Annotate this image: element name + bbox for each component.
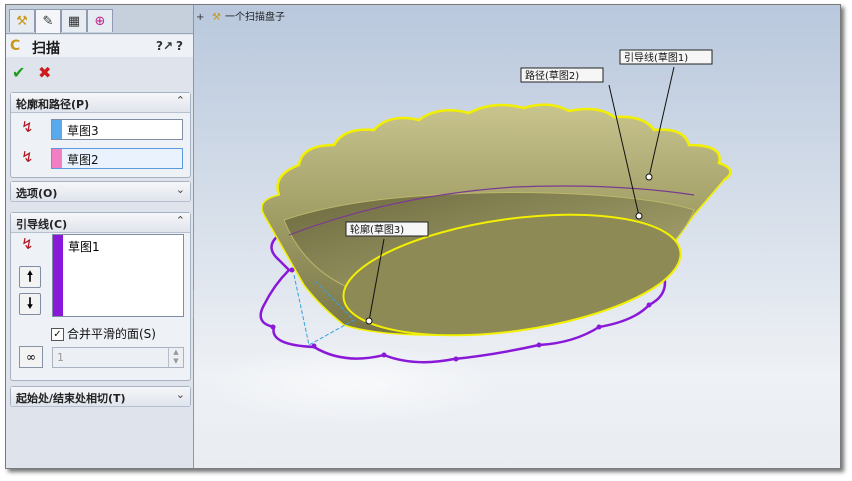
property-manager-panel: ⚒ ✎ ▦ ⊕ С 扫描 ?↗ ? ✔ ✖ 轮廓和路径(P) ⌃ ↯ 草图3 ↯: [6, 5, 194, 468]
profile-field[interactable]: 草图3: [51, 119, 183, 140]
graphics-viewport[interactable]: + ⚒ 一个扫描盘子 引导线(草图1) 路径(草图2) 轮廓(草图3): [194, 5, 840, 468]
configuration-manager-tab[interactable]: ▦: [61, 9, 87, 32]
section-spinner-value: 1: [57, 351, 64, 364]
merge-smooth-faces-checkbox[interactable]: ✓ 合并平滑的面(S): [51, 325, 156, 342]
configuration-manager-icon: ▦: [67, 13, 81, 29]
sweep-icon: С: [10, 38, 21, 54]
dimxpert-tab[interactable]: ⊕: [87, 9, 113, 32]
chevron-up-icon[interactable]: ⌃: [176, 94, 185, 107]
arrow-down-icon: 🠗: [26, 296, 33, 312]
chevron-down-icon[interactable]: ⌄: [176, 388, 185, 401]
tangency-group: 起始处/结束处相切(T) ⌄: [10, 386, 191, 407]
chevron-down-icon[interactable]: ⌄: [176, 183, 185, 196]
guide-callout-anchor: [645, 173, 653, 181]
profile-icon: ↯: [21, 118, 34, 136]
property-manager-icon: ✎: [42, 14, 54, 29]
path-callout-anchor: [635, 212, 643, 220]
chevron-up-icon[interactable]: ⌃: [176, 214, 185, 227]
profile-callout-label: 轮廓(草图3): [350, 223, 404, 236]
ok-button[interactable]: ✔: [12, 63, 25, 82]
path-color-swatch: [52, 149, 62, 168]
move-down-button[interactable]: 🠗: [19, 293, 41, 315]
options-header-label: 选项(O): [16, 187, 58, 200]
spinner-arrows-icon[interactable]: ▲ ▼: [168, 348, 183, 367]
guide-curves-header[interactable]: 引导线(C) ⌃: [11, 213, 190, 233]
tangency-header-label: 起始处/结束处相切(T): [16, 392, 126, 405]
guide-callout[interactable]: 引导线(草图1): [619, 49, 713, 65]
glasses-icon: ∞: [26, 350, 36, 364]
profile-color-swatch: [52, 120, 62, 139]
path-field[interactable]: 草图2: [51, 148, 183, 169]
tangency-header[interactable]: 起始处/结束处相切(T) ⌄: [11, 387, 190, 407]
profile-callout[interactable]: 轮廓(草图3): [345, 221, 429, 237]
arrow-up-icon: 🠕: [26, 269, 33, 285]
options-header[interactable]: 选项(O) ⌄: [11, 182, 190, 202]
help-button[interactable]: ?: [176, 39, 183, 53]
feature-title-bar: С 扫描 ?↗ ?: [6, 35, 193, 57]
options-group: 选项(O) ⌄: [10, 181, 191, 202]
guide-curve-icon: ↯: [21, 235, 34, 253]
feature-manager-tab[interactable]: ⚒: [9, 9, 35, 32]
manager-tabs: ⚒ ✎ ▦ ⊕: [6, 5, 193, 34]
dimxpert-icon: ⊕: [94, 13, 106, 29]
property-manager-tab[interactable]: ✎: [35, 9, 61, 33]
floor-reflection: [204, 345, 504, 425]
path-callout[interactable]: 路径(草图2): [520, 67, 604, 83]
profile-path-header[interactable]: 轮廓和路径(P) ⌃: [11, 93, 190, 113]
section-spinner[interactable]: 1 ▲ ▼: [52, 347, 184, 368]
feature-title: 扫描: [32, 41, 60, 57]
list-item[interactable]: 草图1: [68, 238, 100, 255]
merge-smooth-faces-label: 合并平滑的面(S): [67, 327, 156, 341]
profile-value: 草图3: [67, 124, 99, 138]
feature-manager-icon: ⚒: [16, 13, 28, 29]
solidworks-window: ⚒ ✎ ▦ ⊕ С 扫描 ?↗ ? ✔ ✖ 轮廓和路径(P) ⌃ ↯ 草图3 ↯: [5, 4, 841, 469]
path-value: 草图2: [67, 153, 99, 167]
path-callout-label: 路径(草图2): [525, 69, 579, 82]
cancel-button[interactable]: ✖: [38, 63, 51, 82]
profile-path-group: 轮廓和路径(P) ⌃ ↯ 草图3 ↯ 草图2: [10, 92, 191, 178]
model-view: 引导线(草图1) 路径(草图2) 轮廓(草图3): [204, 49, 732, 425]
help-arrow-icon[interactable]: ?↗: [156, 39, 173, 53]
checkbox-checked-icon[interactable]: ✓: [51, 328, 64, 341]
move-up-button[interactable]: 🠕: [19, 266, 41, 288]
guide-curves-list[interactable]: 草图1: [52, 234, 184, 317]
guide-callout-label: 引导线(草图1): [624, 51, 688, 64]
guide-curves-header-label: 引导线(C): [16, 218, 68, 231]
path-icon: ↯: [21, 148, 34, 166]
profile-callout-anchor: [365, 317, 373, 325]
profile-path-header-label: 轮廓和路径(P): [16, 98, 90, 111]
show-sections-button[interactable]: ∞: [19, 346, 43, 368]
guide-color-swatch: [53, 235, 63, 316]
guide-curves-group: 引导线(C) ⌃ ↯ 草图1 🠕 🠗 ✓ 合并平滑的面(S) ∞ 1 ▲ ▼: [10, 212, 191, 381]
